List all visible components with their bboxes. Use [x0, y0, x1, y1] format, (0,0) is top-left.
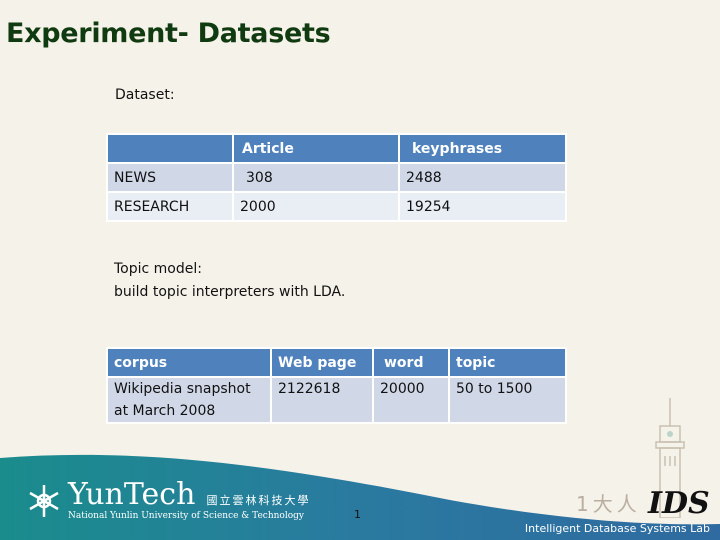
table-cell: NEWS — [108, 164, 232, 191]
table-row: NEWS 308 2488 — [108, 164, 565, 191]
table-header-row: Article keyphrases — [108, 135, 565, 162]
header-cell: Web page — [272, 349, 372, 376]
yuntech-logo: YunTech 國立雲林科技大學 National Yunlin Univers… — [26, 480, 311, 521]
ids-lab-logo: IDS — [648, 486, 710, 521]
dataset-label: Dataset: — [115, 87, 175, 103]
header-cell: corpus — [108, 349, 270, 376]
header-cell: Article — [234, 135, 398, 162]
table-header-row: corpus Web page word topic — [108, 349, 565, 376]
topic-model-heading: Topic model: — [114, 261, 202, 277]
logo-chinese-name: 國立雲林科技大學 — [206, 493, 311, 507]
header-cell: keyphrases — [400, 135, 565, 162]
logo-name: YunTech — [68, 477, 196, 512]
topic-model-description: build topic interpreters with LDA. — [114, 284, 346, 300]
table-cell: 2488 — [400, 164, 565, 191]
table-cell: 308 — [234, 164, 398, 191]
jumping-figures-icon: 1大人 — [576, 492, 641, 516]
table-cell: RESEARCH — [108, 193, 232, 220]
table-row: Wikipedia snapshot at March 2008 2122618… — [108, 378, 565, 422]
slide-title: Experiment- Datasets — [6, 18, 331, 49]
dataset-table: Article keyphrases NEWS 308 2488 RESEARC… — [106, 133, 567, 222]
table-row: RESEARCH 2000 19254 — [108, 193, 565, 220]
header-cell — [108, 135, 232, 162]
table-cell: 2000 — [234, 193, 398, 220]
logo-subtitle: National Yunlin University of Science & … — [68, 511, 304, 521]
corpus-table: corpus Web page word topic Wikipedia sna… — [106, 347, 567, 424]
snowflake-icon — [29, 484, 59, 517]
table-cell: 19254 — [400, 193, 565, 220]
table-cell: 50 to 1500 — [450, 378, 565, 422]
page-number: 1 — [354, 508, 361, 521]
table-cell: 20000 — [374, 378, 448, 422]
table-cell: Wikipedia snapshot at March 2008 — [108, 378, 270, 422]
lab-name: Intelligent Database Systems Lab — [524, 522, 710, 535]
header-cell: word — [374, 349, 448, 376]
header-cell: topic — [450, 349, 565, 376]
table-cell: 2122618 — [272, 378, 372, 422]
